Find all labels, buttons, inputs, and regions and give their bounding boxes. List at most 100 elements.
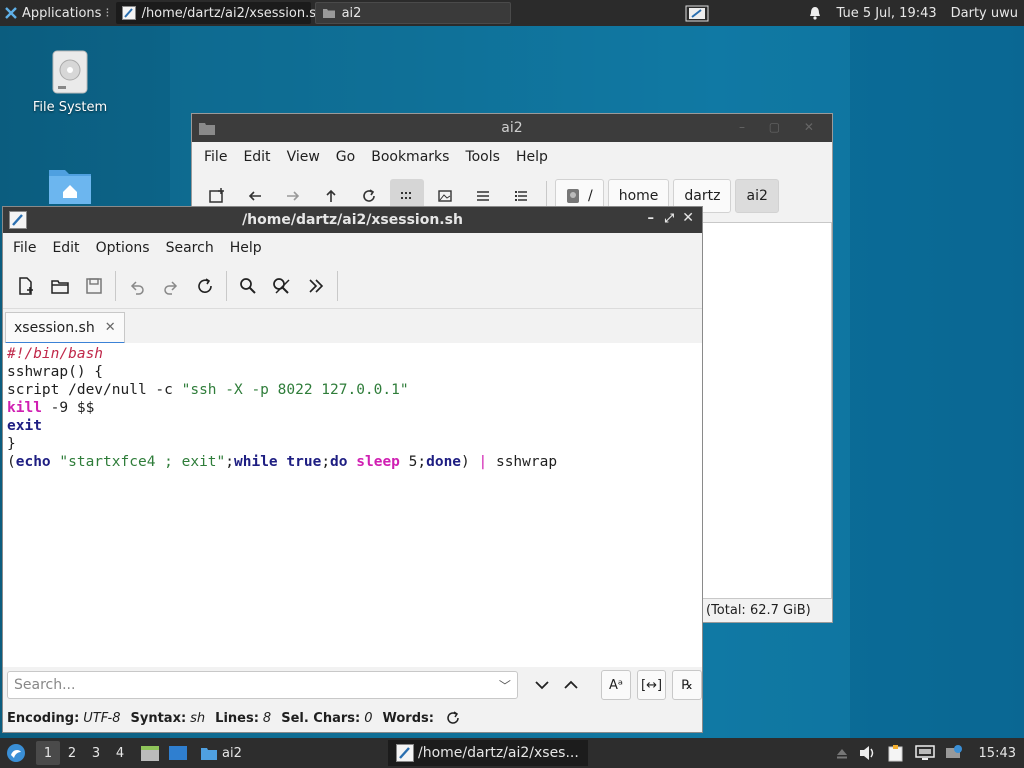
task-label: ai2 <box>222 745 242 761</box>
status-lines: 8 <box>262 710 272 726</box>
workspace-2[interactable]: 2 <box>60 741 84 765</box>
menu-edit[interactable]: Edit <box>235 149 278 165</box>
code-text: ) <box>461 454 479 470</box>
window-switcher-icon[interactable] <box>678 0 718 26</box>
breadcrumb-ai2[interactable]: ai2 <box>735 179 779 213</box>
archive-icon[interactable] <box>140 744 160 762</box>
code-line-7: (echo "startxfce4 ; exit";while true;do … <box>7 454 557 470</box>
update-notifier-icon[interactable] <box>945 745 963 761</box>
redo-icon[interactable] <box>154 269 188 303</box>
menu-go[interactable]: Go <box>328 149 363 165</box>
whole-word-icon[interactable]: [↔] <box>636 670 667 700</box>
code-keyword: while <box>234 454 278 470</box>
applications-menu[interactable]: Applications ⁝ <box>0 0 116 26</box>
undo-icon[interactable] <box>120 269 154 303</box>
status-words-label: Words: <box>382 710 434 726</box>
menu-help[interactable]: Help <box>222 240 270 256</box>
bell-icon[interactable] <box>802 0 828 26</box>
tab-close-icon[interactable]: ✕ <box>105 320 116 335</box>
editor-toolbar <box>3 263 702 309</box>
bottom-task-editor[interactable]: /home/dartz/ai2/xses... <box>388 740 588 766</box>
find-previous-icon[interactable] <box>558 670 586 700</box>
taskbar-item-file-manager[interactable]: ai2 <box>314 2 511 24</box>
editor-tabbar: xsession.sh ✕ <box>3 309 702 345</box>
code-keyword: do <box>330 454 348 470</box>
volume-icon[interactable] <box>859 745 877 761</box>
tab-xsession[interactable]: xsession.sh ✕ <box>5 312 125 344</box>
menu-edit[interactable]: Edit <box>44 240 87 256</box>
drive-icon <box>52 50 88 94</box>
maximize-icon[interactable]: ⤢ <box>664 211 674 226</box>
taskbar-item-label: /home/dartz/ai2/xsession.sh <box>141 5 325 21</box>
code-keyword: done <box>426 454 462 470</box>
refresh-words-icon[interactable] <box>446 711 460 725</box>
file-list-pane[interactable] <box>702 222 832 599</box>
code-builtin: kill <box>7 400 42 416</box>
menu-file[interactable]: File <box>196 149 235 165</box>
panel-clock[interactable]: 15:43 <box>979 746 1016 761</box>
menu-separator-icon: ⁝ <box>105 5 110 21</box>
menu-bookmarks[interactable]: Bookmarks <box>363 149 457 165</box>
desktop-icon-label: File System <box>32 100 108 115</box>
user-menu[interactable]: Darty uwu <box>945 0 1024 26</box>
network-icon[interactable] <box>914 745 935 761</box>
status-lines-label: Lines: <box>215 710 259 726</box>
bottom-task-file-manager[interactable]: ai2 <box>192 740 250 766</box>
toolbar-separator <box>115 270 116 301</box>
code-string: "startxfce4 ; exit" <box>59 454 226 470</box>
new-file-icon[interactable] <box>9 269 43 303</box>
show-desktop-icon[interactable] <box>168 744 188 762</box>
applications-label: Applications <box>22 5 102 21</box>
menu-help[interactable]: Help <box>508 149 556 165</box>
xfce-logo-icon <box>4 6 18 20</box>
workspace-1[interactable]: 1 <box>36 741 60 765</box>
workspace-4[interactable]: 4 <box>108 741 132 765</box>
find-replace-icon[interactable] <box>265 269 299 303</box>
menu-search[interactable]: Search <box>158 240 222 256</box>
match-case-icon[interactable]: Aᵃ <box>601 670 631 700</box>
code-line-2: sshwrap() { <box>7 364 104 380</box>
task-label: /home/dartz/ai2/xses... <box>418 745 579 761</box>
menu-tools[interactable]: Tools <box>457 149 508 165</box>
code-line-6: } <box>7 436 16 452</box>
reload-icon[interactable] <box>188 269 222 303</box>
text-editor-icon <box>121 6 136 20</box>
code-builtin: sleep <box>356 454 400 470</box>
minimize-icon[interactable]: – <box>648 211 655 226</box>
file-manager-titlebar[interactable]: ai2 – ▢ ✕ <box>192 114 832 142</box>
taskbar-item-editor[interactable]: /home/dartz/ai2/xsession.sh <box>115 2 324 24</box>
open-file-icon[interactable] <box>43 269 77 303</box>
whisker-menu-icon[interactable] <box>6 743 26 763</box>
menu-options[interactable]: Options <box>88 240 158 256</box>
chevron-down-icon[interactable]: ﹀ <box>499 677 511 694</box>
save-icon[interactable] <box>77 269 111 303</box>
code-text: ; <box>321 454 331 470</box>
toolbar-separator <box>337 270 338 301</box>
desktop-icon-filesystem[interactable]: File System <box>25 50 115 115</box>
code-string: "ssh -X -p 8022 127.0.0.1" <box>181 382 409 398</box>
menu-file[interactable]: File <box>5 240 44 256</box>
find-next-icon[interactable] <box>528 670 556 700</box>
eject-icon[interactable] <box>835 746 849 760</box>
close-icon[interactable]: ✕ <box>682 210 694 226</box>
editor-menubar: File Edit Options Search Help <box>3 233 702 263</box>
clock[interactable]: Tue 5 Jul, 19:43 <box>828 0 944 26</box>
editor-titlebar[interactable]: /home/dartz/ai2/xsession.sh – ⤢ ✕ <box>3 207 702 233</box>
status-syntax[interactable]: sh <box>190 711 205 726</box>
code-line-4: kill -9 $$ <box>7 400 94 416</box>
search-icon[interactable] <box>231 269 265 303</box>
code-text: script /dev/null -c <box>7 382 182 398</box>
code-text: ( <box>7 454 16 470</box>
code-editor[interactable]: #!/bin/bash sshwrap() { script /dev/null… <box>3 343 702 673</box>
regex-icon[interactable]: ℞ <box>672 670 702 700</box>
desktop-wallpaper-band-right <box>850 26 1024 742</box>
workspace-3[interactable]: 3 <box>84 741 108 765</box>
clipboard-icon[interactable] <box>887 744 905 762</box>
search-input[interactable]: Search... ﹀ <box>7 671 518 699</box>
window-controls: – ▢ ✕ <box>738 120 824 134</box>
menu-view[interactable]: View <box>279 149 328 165</box>
folder-icon <box>322 6 336 20</box>
jump-to-icon[interactable] <box>299 269 333 303</box>
desktop-icon-home[interactable] <box>25 164 115 206</box>
